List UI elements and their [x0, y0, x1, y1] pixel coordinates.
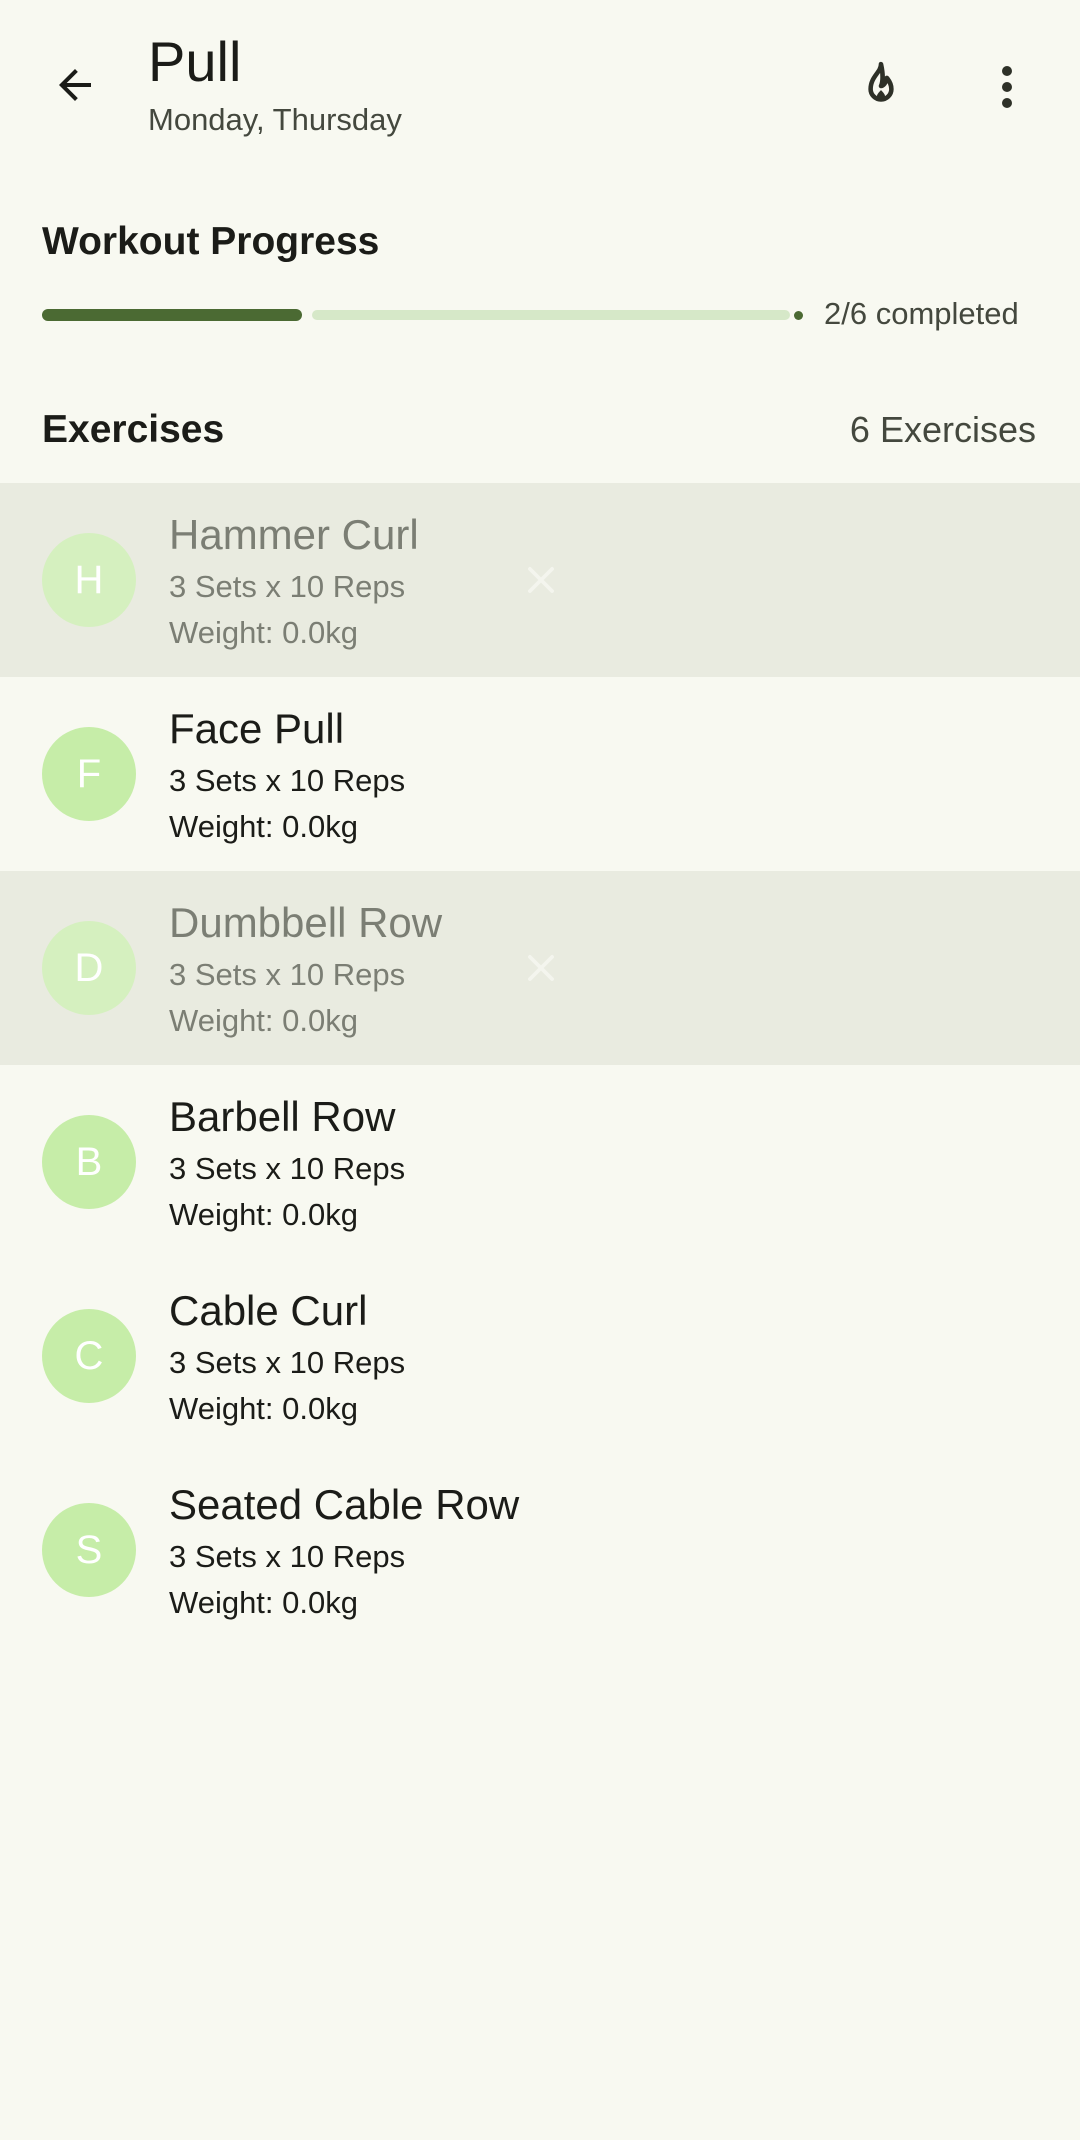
exercise-name: Hammer Curl	[169, 511, 419, 558]
exercise-weight: Weight: 0.0kg	[169, 1585, 358, 1620]
exercise-sets: 3 Sets x 10 Reps	[169, 1151, 406, 1186]
streak-button[interactable]	[846, 52, 916, 122]
page-title: Pull	[148, 30, 242, 93]
exercise-sets: 3 Sets x 10 Reps	[169, 957, 406, 992]
exercise-weight: Weight: 0.0kg	[169, 809, 358, 844]
exercise-sets: 3 Sets x 10 Reps	[169, 569, 406, 604]
exercise-avatar: B	[42, 1115, 136, 1209]
exercises-count: 6 Exercises	[849, 409, 1036, 450]
more-vert-icon	[1002, 66, 1012, 108]
exercise-item[interactable]: C Cable Curl 3 Sets x 10 Reps Weight: 0.…	[0, 1259, 1080, 1453]
exercise-avatar: H	[42, 533, 136, 627]
exercise-name: Dumbbell Row	[169, 899, 443, 946]
workout-progress-bar	[42, 309, 804, 321]
exercise-item[interactable]: B Barbell Row 3 Sets x 10 Reps Weight: 0…	[0, 1065, 1080, 1259]
exercise-sets: 3 Sets x 10 Reps	[169, 763, 406, 798]
exercise-weight: Weight: 0.0kg	[169, 1197, 358, 1232]
arrow-back-icon	[59, 69, 91, 101]
exercise-item[interactable]: F Face Pull 3 Sets x 10 Reps Weight: 0.0…	[0, 677, 1080, 871]
exercise-avatar: D	[42, 921, 136, 1015]
completed-x-icon	[528, 955, 554, 981]
progress-bar-end-dot	[794, 311, 803, 320]
top-app-bar: Pull Monday, Thursday	[0, 0, 1080, 170]
exercise-avatar: S	[42, 1503, 136, 1597]
exercise-weight: Weight: 0.0kg	[169, 1391, 358, 1426]
exercise-weight: Weight: 0.0kg	[169, 615, 358, 650]
exercise-item[interactable]: S Seated Cable Row 3 Sets x 10 Reps Weig…	[0, 1453, 1080, 1647]
more-options-button[interactable]	[972, 52, 1042, 122]
exercise-avatar: C	[42, 1309, 136, 1403]
exercise-name: Face Pull	[169, 705, 345, 752]
workout-progress-heading: Workout Progress	[42, 220, 380, 263]
exercise-item[interactable]: D Dumbbell Row 3 Sets x 10 Reps Weight: …	[0, 871, 1080, 1065]
exercise-weight: Weight: 0.0kg	[169, 1003, 358, 1038]
progress-bar-track	[312, 310, 790, 320]
exercise-list: H Hammer Curl 3 Sets x 10 Reps Weight: 0…	[0, 483, 1080, 1647]
page-subtitle: Monday, Thursday	[148, 102, 402, 137]
exercise-name: Cable Curl	[169, 1287, 368, 1334]
back-button[interactable]	[42, 52, 108, 118]
progress-count: 2/6 completed	[824, 296, 1019, 331]
completed-x-icon	[528, 567, 554, 593]
progress-bar-filled	[42, 309, 302, 321]
exercises-heading: Exercises	[42, 408, 225, 451]
fire-icon	[868, 61, 894, 102]
exercise-sets: 3 Sets x 10 Reps	[169, 1345, 406, 1380]
exercise-name: Seated Cable Row	[169, 1481, 520, 1528]
exercise-item[interactable]: H Hammer Curl 3 Sets x 10 Reps Weight: 0…	[0, 483, 1080, 677]
exercise-sets: 3 Sets x 10 Reps	[169, 1539, 406, 1574]
exercise-avatar: F	[42, 727, 136, 821]
exercise-name: Barbell Row	[169, 1093, 396, 1140]
